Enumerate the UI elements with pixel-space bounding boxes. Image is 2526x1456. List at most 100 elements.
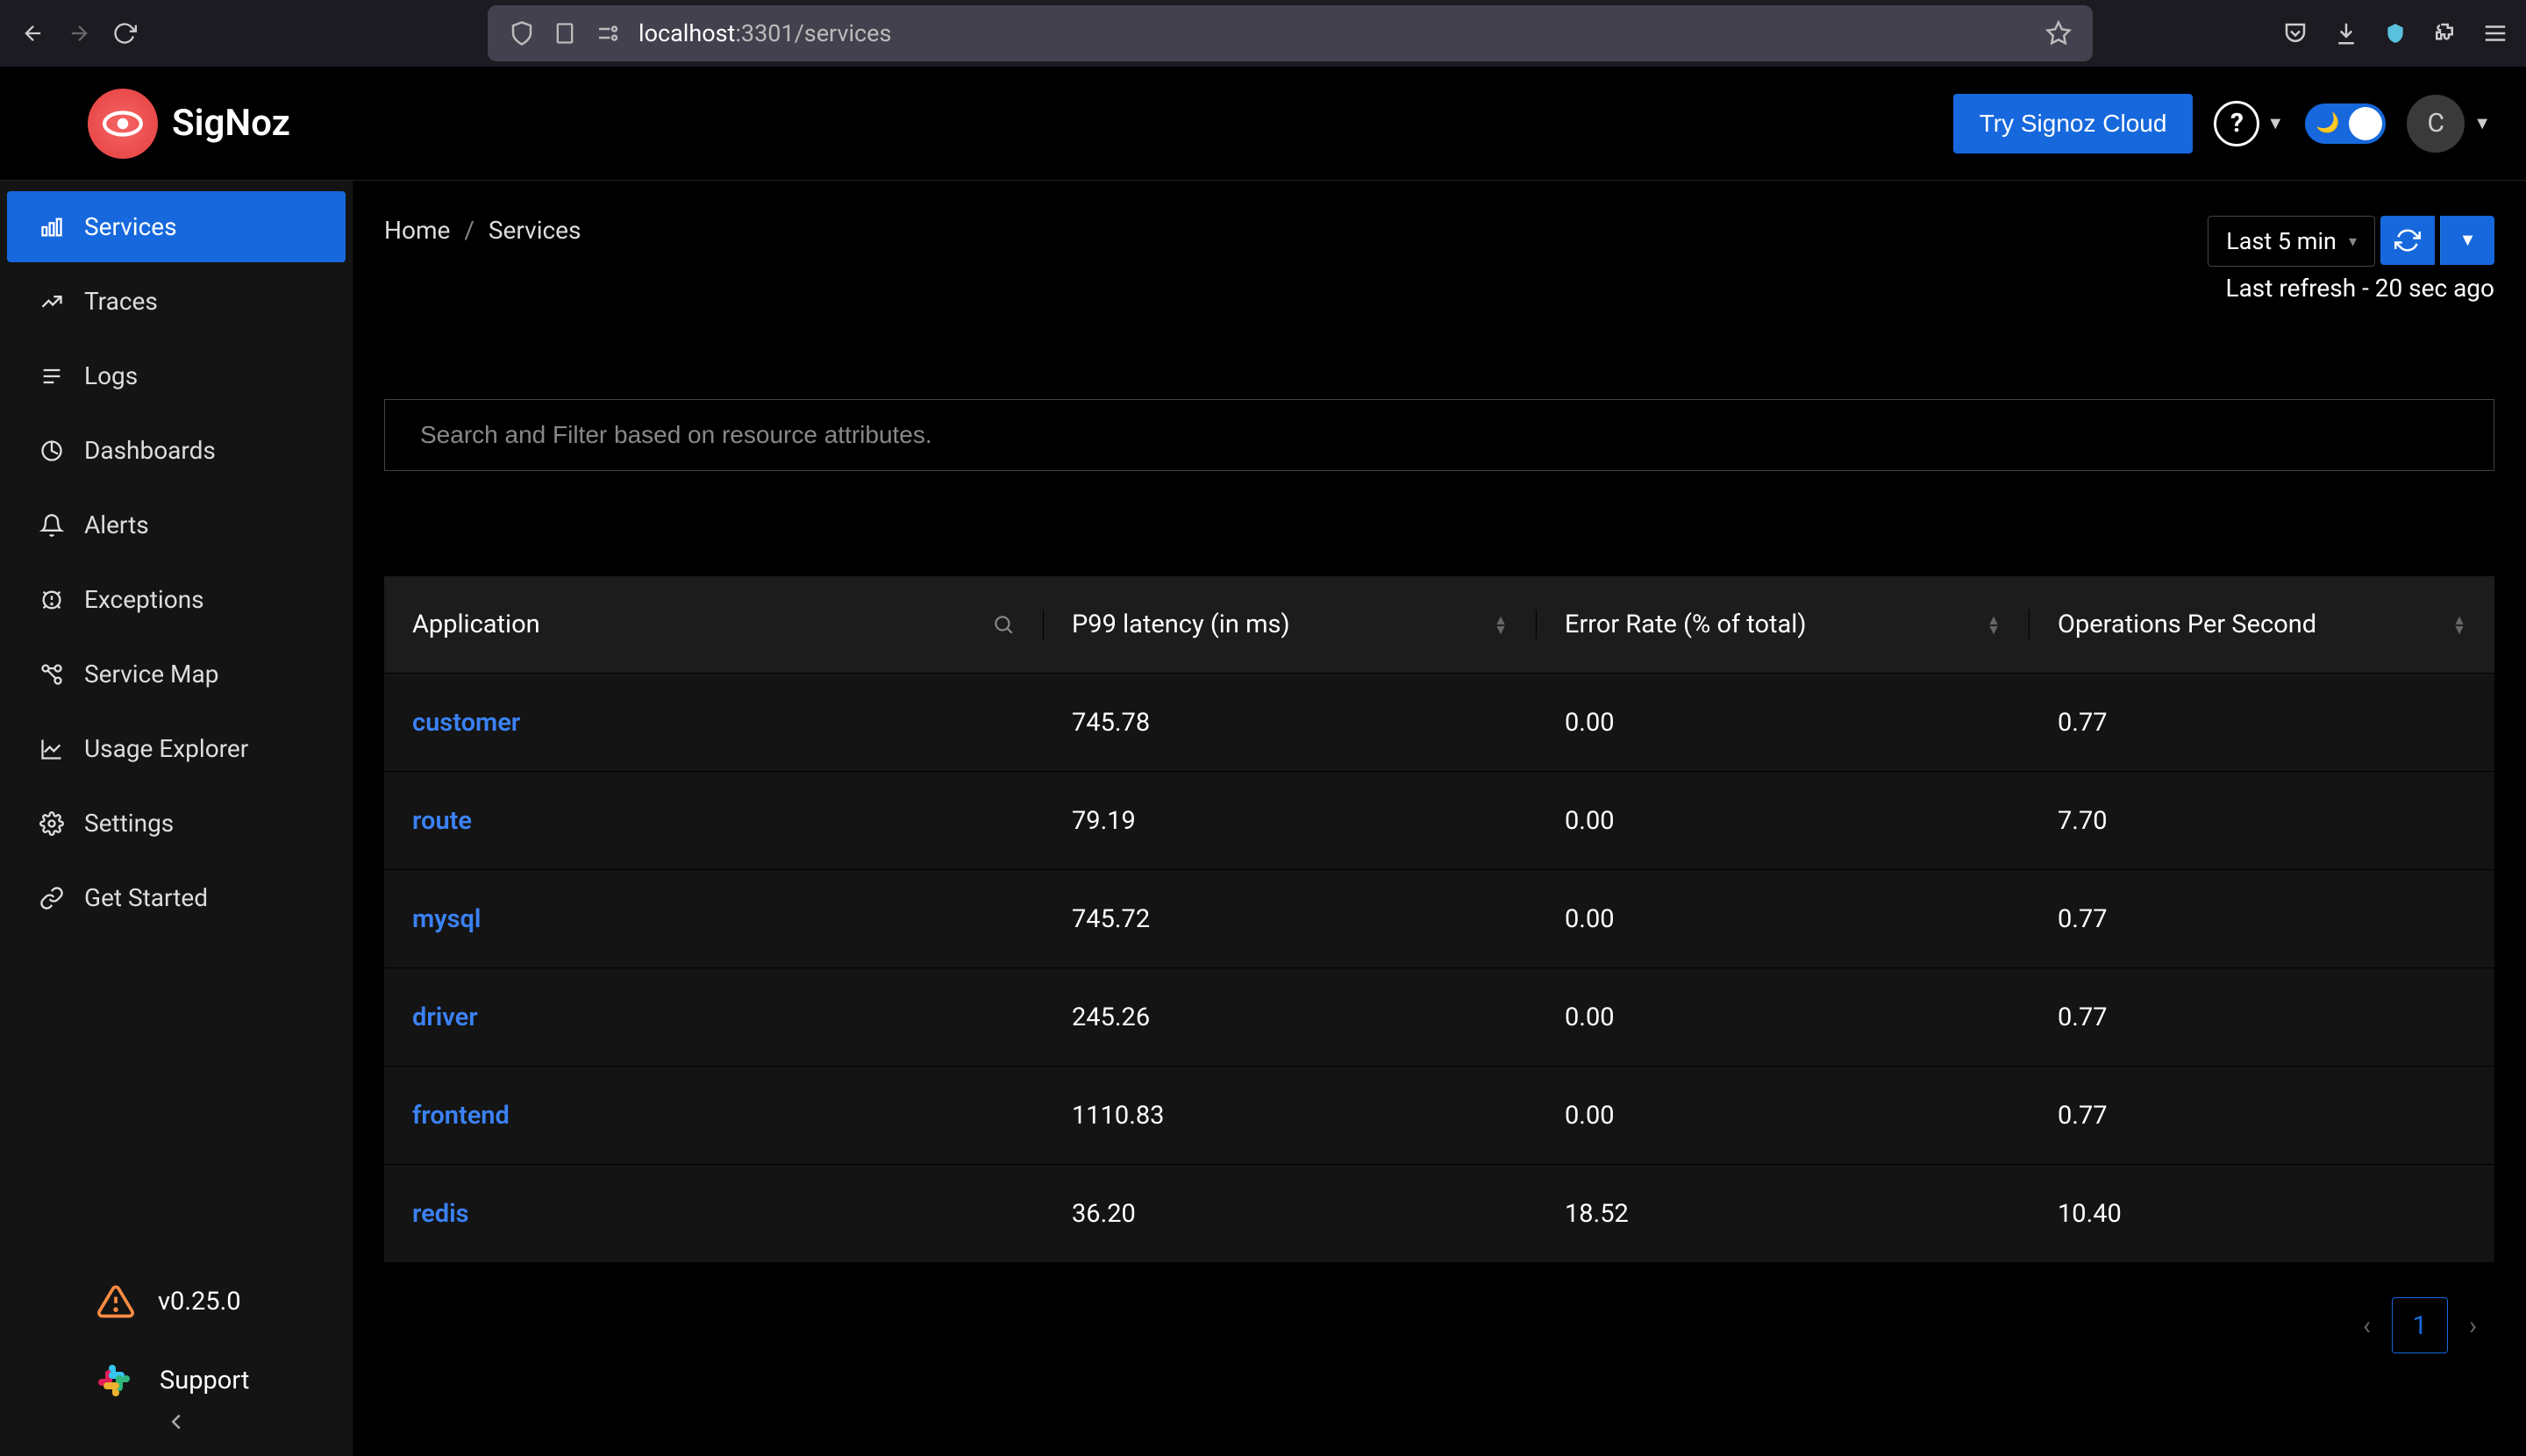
service-link[interactable]: mysql: [384, 904, 1044, 934]
time-range-select[interactable]: Last 5 min ▾: [2208, 216, 2375, 267]
exceptions-icon: [39, 588, 65, 612]
service-link[interactable]: driver: [384, 1003, 1044, 1032]
pagination-next[interactable]: ›: [2469, 1310, 2477, 1341]
vpn-icon[interactable]: [2384, 22, 2407, 45]
sidebar-item-get-started[interactable]: Get Started: [7, 862, 346, 933]
theme-toggle[interactable]: 🌙: [2305, 103, 2386, 144]
version-row: v0.25.0: [0, 1263, 353, 1340]
service-link[interactable]: redis: [384, 1199, 1044, 1229]
last-refresh-text: Last refresh - 20 sec ago: [2226, 274, 2495, 303]
search-filter-bar[interactable]: [384, 399, 2494, 471]
sidebar-item-label: Traces: [84, 287, 158, 316]
breadcrumb-separator: /: [464, 216, 475, 245]
cell-p99: 36.20: [1044, 1199, 1537, 1229]
sort-icon: ▲▼: [2452, 615, 2466, 634]
extensions-icon[interactable]: [2431, 20, 2458, 46]
cell-error-rate: 18.52: [1537, 1199, 2030, 1229]
bookmark-icon[interactable]: [2045, 20, 2072, 46]
sidebar-item-services[interactable]: Services: [7, 191, 346, 262]
cell-ops: 0.77: [2030, 1101, 2494, 1131]
avatar: C: [2407, 95, 2465, 153]
cell-ops: 0.77: [2030, 1003, 2494, 1032]
table-header: Application P99 latency (in ms) ▲▼ Error…: [384, 576, 2494, 673]
column-application: Application: [384, 610, 1044, 639]
cell-error-rate: 0.00: [1537, 904, 2030, 934]
chevron-down-icon: ▾: [2349, 232, 2357, 251]
cell-ops: 0.77: [2030, 708, 2494, 738]
cell-ops: 10.40: [2030, 1199, 2494, 1229]
sidebar-item-label: Logs: [84, 361, 138, 390]
caret-down-icon: ▼: [2459, 231, 2477, 251]
cell-p99: 79.19: [1044, 806, 1537, 836]
column-p99-latency[interactable]: P99 latency (in ms) ▲▼: [1044, 610, 1537, 639]
sidebar-collapse-button[interactable]: [163, 1409, 189, 1435]
browser-toolbar: localhost:3301/services: [0, 0, 2526, 67]
main-content: Home / Services Last 5 min ▾: [353, 181, 2526, 1456]
refresh-interval-dropdown[interactable]: ▼: [2440, 216, 2494, 265]
alerts-icon: [39, 513, 65, 538]
warning-icon: [96, 1282, 135, 1321]
time-range-label: Last 5 min: [2226, 227, 2337, 255]
cell-error-rate: 0.00: [1537, 806, 2030, 836]
services-table: Application P99 latency (in ms) ▲▼ Error…: [384, 576, 2494, 1262]
usage-explorer-icon: [39, 737, 65, 761]
browser-url-bar[interactable]: localhost:3301/services: [488, 5, 2093, 61]
moon-icon: 🌙: [2316, 112, 2339, 134]
sidebar-item-dashboards[interactable]: Dashboards: [7, 415, 346, 486]
app-header: SigNoz Try Signoz Cloud ? ▼ 🌙 C ▼: [0, 67, 2526, 181]
service-link[interactable]: customer: [384, 708, 1044, 738]
table-row: driver245.260.000.77: [384, 967, 2494, 1066]
chevron-down-icon: ▼: [2473, 112, 2491, 134]
pocket-icon[interactable]: [2282, 20, 2308, 46]
sidebar-item-usage-explorer[interactable]: Usage Explorer: [7, 713, 346, 784]
pagination-prev[interactable]: ‹: [2363, 1310, 2371, 1341]
toggle-knob: [2349, 107, 2382, 140]
table-row: frontend1110.830.000.77: [384, 1066, 2494, 1164]
sidebar-item-settings[interactable]: Settings: [7, 788, 346, 859]
logs-icon: [39, 364, 65, 389]
app-name: SigNoz: [172, 102, 290, 145]
sidebar-item-label: Get Started: [84, 883, 208, 912]
cell-error-rate: 0.00: [1537, 1101, 2030, 1131]
pagination-page-current[interactable]: 1: [2392, 1297, 2448, 1353]
breadcrumb-current: Services: [489, 216, 582, 245]
cell-p99: 745.78: [1044, 708, 1537, 738]
try-cloud-button[interactable]: Try Signoz Cloud: [1953, 94, 2194, 153]
sidebar-item-logs[interactable]: Logs: [7, 340, 346, 411]
support-label: Support: [160, 1366, 249, 1395]
breadcrumb-home[interactable]: Home: [384, 216, 450, 245]
help-button[interactable]: ? ▼: [2214, 101, 2284, 146]
column-error-rate[interactable]: Error Rate (% of total) ▲▼: [1537, 610, 2030, 639]
page-icon: [553, 21, 577, 46]
browser-reload-button[interactable]: [109, 18, 140, 49]
downloads-icon[interactable]: [2333, 20, 2359, 46]
menu-icon[interactable]: [2482, 20, 2508, 46]
sidebar-item-label: Service Map: [84, 660, 218, 689]
cell-error-rate: 0.00: [1537, 708, 2030, 738]
sidebar-item-service-map[interactable]: Service Map: [7, 639, 346, 710]
column-ops-per-second[interactable]: Operations Per Second ▲▼: [2030, 610, 2494, 639]
table-row: mysql745.720.000.77: [384, 869, 2494, 967]
cell-p99: 1110.83: [1044, 1101, 1537, 1131]
sidebar-item-traces[interactable]: Traces: [7, 266, 346, 337]
refresh-button[interactable]: [2380, 216, 2435, 265]
sort-icon: ▲▼: [1987, 615, 2001, 634]
sidebar-item-label: Services: [84, 212, 177, 241]
traces-icon: [39, 289, 65, 314]
get-started-icon: [39, 886, 65, 910]
sidebar-item-exceptions[interactable]: Exceptions: [7, 564, 346, 635]
table-row: redis36.2018.5210.40: [384, 1164, 2494, 1262]
browser-back-button[interactable]: [18, 18, 49, 49]
service-link[interactable]: frontend: [384, 1101, 1044, 1131]
app-logo[interactable]: SigNoz: [88, 89, 290, 159]
sidebar-item-alerts[interactable]: Alerts: [7, 489, 346, 560]
service-link[interactable]: route: [384, 806, 1044, 836]
settings-icon: [39, 811, 65, 836]
browser-forward-button[interactable]: [63, 18, 95, 49]
user-menu[interactable]: C ▼: [2407, 95, 2491, 153]
sidebar-item-label: Exceptions: [84, 585, 204, 614]
search-input[interactable]: [420, 421, 2458, 449]
sidebar-item-label: Usage Explorer: [84, 734, 248, 763]
search-icon[interactable]: [992, 613, 1015, 636]
cell-p99: 745.72: [1044, 904, 1537, 934]
